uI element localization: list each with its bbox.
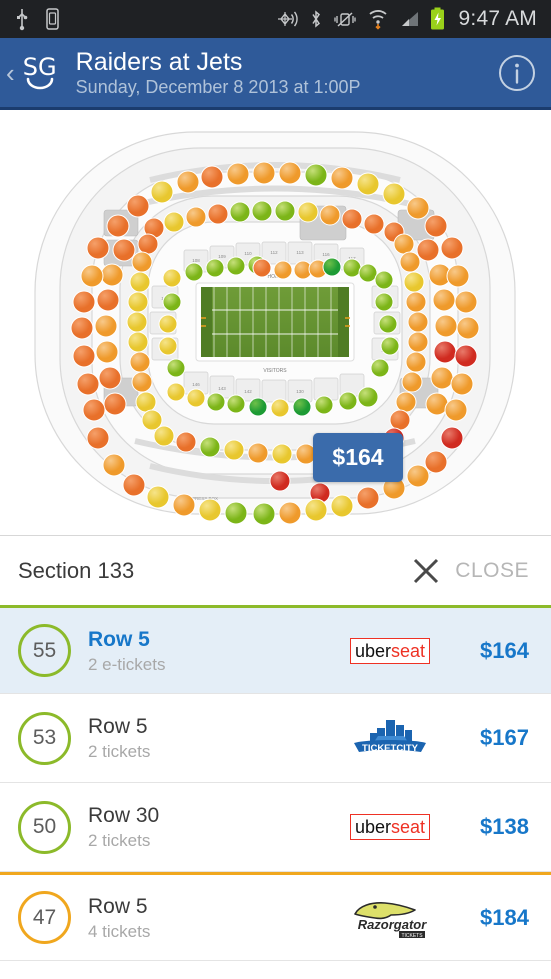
ticketcity-logo-icon: TICKETCITY: [354, 720, 426, 754]
uberseat-logo-text-dark: uber: [354, 640, 391, 661]
price-tooltip[interactable]: $164: [313, 433, 403, 482]
wifi-icon: [368, 10, 387, 30]
battery-charging-icon: [430, 7, 444, 30]
table-row[interactable]: 53 Row 5 2 tickets TICKETCITY $167: [0, 694, 551, 783]
svg-text:142: 142: [244, 389, 252, 394]
listing-row-label: Row 30: [88, 804, 160, 827]
vibrate-off-icon: [333, 12, 356, 27]
svg-text:143: 143: [218, 386, 226, 391]
uberseat-logo-text-red: seat: [391, 640, 426, 661]
listing-price: $138: [480, 814, 529, 839]
vendor-logo-uberseat: uberseat: [347, 805, 433, 849]
table-row[interactable]: 50 Row 30 2 tickets uberseat $138: [0, 783, 551, 872]
deal-score-badge: 55: [18, 624, 71, 677]
listing-price: $164: [480, 637, 529, 663]
vendor-logo-ticketcity: TICKETCITY: [347, 716, 433, 760]
close-x-icon: [414, 558, 439, 583]
section-title: Section 133: [18, 557, 135, 583]
uberseat-logo-text-red: seat: [391, 817, 426, 837]
bluetooth-icon: [311, 10, 320, 28]
uberseat-logo-text-dark: uber: [354, 817, 391, 837]
svg-text:108: 108: [192, 258, 200, 263]
ticketcity-logo-text: TICKETCITY: [362, 743, 419, 754]
event-subtitle: Sunday, December 8 2013 at 1:00P: [75, 76, 361, 97]
svg-text:146: 146: [192, 382, 200, 387]
vendor-logo-uberseat: uberseat: [347, 629, 433, 673]
deal-score-badge: 53: [18, 711, 71, 765]
event-title: Raiders at Jets: [75, 47, 243, 76]
header-text-group: Raiders at Jets Sunday, December 8 2013 …: [76, 48, 361, 98]
price-tooltip-value: $164: [332, 444, 384, 470]
svg-text:130: 130: [296, 389, 304, 394]
listing-row-label: Row 5: [88, 715, 148, 738]
section-panel-header: Section 133 CLOSE: [0, 535, 551, 605]
listing-quantity: 4 tickets: [88, 921, 151, 941]
listing-quantity: 2 tickets: [88, 742, 151, 761]
status-bar-clock: 9:47 AM: [458, 7, 537, 30]
usb-icon: [17, 9, 28, 31]
listing-row-label: Row 5: [88, 627, 150, 651]
deal-score-value: 53: [32, 726, 57, 749]
status-bar: 9:47 AM: [0, 0, 551, 38]
stadium-map[interactable]: HOME VISITORS PRESS BOX 108 109 110 112 113…: [0, 110, 551, 535]
razorgator-logo-icon: Razorgator TICKETS: [354, 901, 428, 939]
vendor-logo-razorgator: Razorgator TICKETS: [347, 896, 433, 940]
razorgator-logo-text: Razorgator: [358, 917, 428, 932]
listing-price: $167: [480, 725, 529, 750]
listing-info: Row 5 2 tickets: [88, 714, 150, 762]
deal-score-value: 50: [32, 815, 57, 838]
table-row[interactable]: 55 Row 5 2 e-tickets uberseat $164: [0, 605, 551, 694]
table-row[interactable]: 47 Row 5 4 tickets Razorgator TICKETS $1…: [0, 872, 551, 961]
cellular-signal-icon: [401, 12, 418, 26]
listing-quantity: 2 tickets: [88, 831, 151, 850]
status-bar-right-icons: 9:47 AM: [273, 7, 537, 31]
svg-text:113: 113: [296, 250, 304, 255]
deal-score-value: 47: [32, 905, 57, 929]
listing-info: Row 5 2 e-tickets: [88, 627, 165, 675]
razorgator-logo-subtext: TICKETS: [401, 933, 423, 939]
info-button[interactable]: [497, 53, 537, 93]
svg-text:109: 109: [218, 254, 226, 259]
deal-score-badge: 50: [18, 800, 71, 854]
listing-row-label: Row 5: [88, 894, 148, 918]
listings-container: 55 Row 5 2 e-tickets uberseat $164 53 Ro…: [0, 605, 551, 961]
seatgeek-logo[interactable]: SG: [16, 51, 64, 95]
svg-text:116: 116: [322, 252, 330, 257]
svg-text:VISITORS: VISITORS: [263, 368, 287, 374]
svg-text:110: 110: [244, 251, 252, 256]
listing-quantity: 2 e-tickets: [88, 654, 166, 674]
close-button[interactable]: CLOSE: [410, 555, 529, 587]
listing-price: $184: [480, 904, 529, 930]
svg-text:112: 112: [270, 250, 278, 255]
sim-card-icon: [46, 8, 59, 30]
seatgeek-smile-icon: [26, 77, 53, 89]
back-chevron-icon[interactable]: ‹: [6, 60, 15, 86]
app-header: ‹ SG Raiders at Jets Sunday, December 8 …: [0, 38, 551, 110]
deal-score-badge: 47: [18, 891, 71, 944]
status-bar-left-icons: [14, 7, 59, 31]
listing-info: Row 30 2 tickets: [88, 803, 159, 851]
info-icon: [499, 54, 535, 91]
deal-score-value: 55: [32, 638, 57, 662]
close-label: CLOSE: [455, 558, 529, 582]
location-broadcast-icon: [277, 11, 298, 27]
stadium-map-svg: HOME VISITORS PRESS BOX 108109110 112 113…: [0, 110, 551, 535]
listing-info: Row 5 4 tickets: [88, 894, 150, 942]
